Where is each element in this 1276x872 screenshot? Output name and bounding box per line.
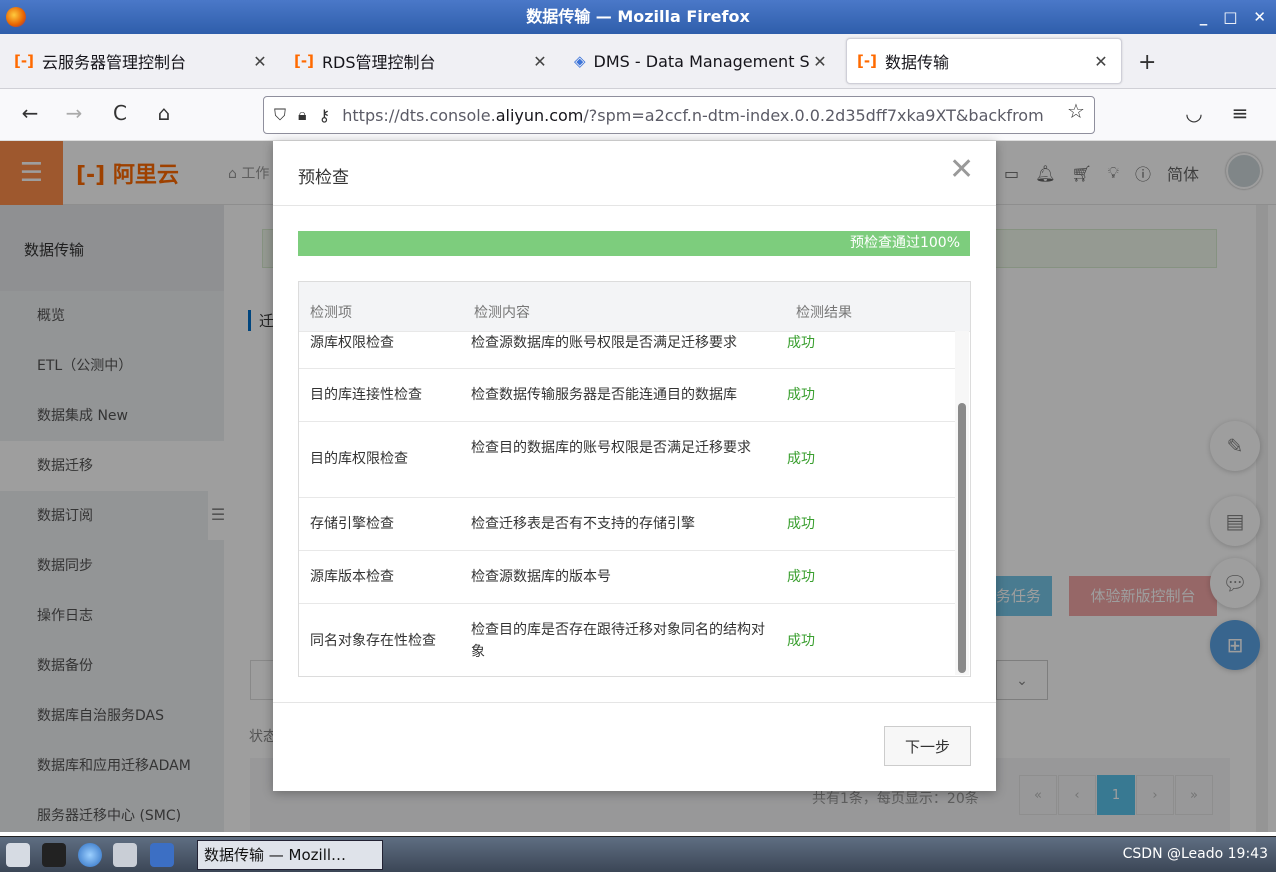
tab-rds-console[interactable]: [-] RDS管理控制台 ✕ <box>284 38 560 84</box>
close-icon[interactable]: ✕ <box>949 153 974 187</box>
url-suffix: /?spm=a2ccf.n-dtm-index.0.0.2d35dff7xka9… <box>583 105 1044 125</box>
tab-ecs-console[interactable]: [-] 云服务器管理控制台 ✕ <box>4 38 280 84</box>
check-content: 检查数据传输服务器是否能连通目的数据库 <box>471 387 737 403</box>
maximize-button[interactable]: □ <box>1223 0 1237 34</box>
check-result: 成功 <box>787 451 815 467</box>
tab-label: DMS - Data Management Se <box>593 51 810 71</box>
column-header: 检测内容 <box>474 305 530 321</box>
table-row: 存储引擎检查 检查迁移表是否有不支持的存储引擎 成功 <box>299 498 956 551</box>
aliyun-tab-icon: [-] <box>294 52 314 70</box>
os-taskbar: 数据传输 — Mozill… CSDN @Leado 19:43 <box>0 836 1276 872</box>
check-item: 目的库权限检查 <box>310 451 408 467</box>
check-content: 检查迁移表是否有不支持的存储引擎 <box>471 516 695 532</box>
window-titlebar: 数据传输 — Mozilla Firefox <box>0 0 1276 34</box>
window-controls: _ □ ✕ <box>1200 0 1266 34</box>
check-content: 检查目的库是否存在跟待迁移对象同名的结构对象 <box>471 622 765 660</box>
divider <box>273 702 996 703</box>
table-row: 目的库权限检查 检查目的数据库的账号权限是否满足迁移要求 成功 <box>299 422 956 498</box>
check-result: 成功 <box>787 387 815 403</box>
new-tab-button[interactable]: + <box>1138 50 1156 75</box>
check-item: 源库版本检查 <box>310 569 394 585</box>
key-icon[interactable]: ⚷ <box>319 106 331 125</box>
next-step-button[interactable]: 下一步 <box>884 726 971 766</box>
tab-close-icon[interactable]: ✕ <box>810 52 830 71</box>
home-icon[interactable]: ⌂ <box>150 101 178 125</box>
tab-strip: [-] 云服务器管理控制台 ✕ [-] RDS管理控制台 ✕ ◈ DMS - D… <box>0 34 1276 89</box>
tab-label: 云服务器管理控制台 <box>41 53 186 72</box>
check-result: 成功 <box>787 516 815 532</box>
column-header: 检测项 <box>310 305 352 321</box>
check-item: 目的库连接性检查 <box>310 387 422 403</box>
reload-icon[interactable]: C <box>106 101 134 125</box>
table-row: 源库权限检查 检查源数据库的账号权限是否满足迁移要求 成功 <box>299 332 956 369</box>
tab-label: 数据传输 <box>884 53 949 72</box>
taskbar-window-firefox[interactable]: 数据传输 — Mozill… <box>197 840 383 870</box>
tab-close-icon[interactable]: ✕ <box>1091 52 1111 71</box>
dms-tab-icon: ◈ <box>574 52 586 70</box>
aliyun-tab-icon: [-] <box>14 52 34 70</box>
tab-close-icon[interactable]: ✕ <box>250 52 270 71</box>
check-content: 检查目的数据库的账号权限是否满足迁移要求 <box>471 440 751 456</box>
precheck-dialog: 预检查 ✕ 预检查通过100% 检测项 检测内容 检测结果 源库权限检查 检查源… <box>273 141 996 791</box>
check-item: 源库权限检查 <box>310 335 394 351</box>
tab-dms[interactable]: ◈ DMS - Data Management Se ✕ <box>564 38 840 84</box>
taskbar-clock: CSDN @Leado 19:43 <box>1122 846 1268 862</box>
aliyun-tab-icon: [-] <box>857 52 877 70</box>
check-result: 成功 <box>787 633 815 649</box>
url-prefix: https://dts.console. <box>342 105 496 125</box>
forward-arrow-icon[interactable]: → <box>60 101 88 125</box>
table-row: 源库版本检查 检查源数据库的版本号 成功 <box>299 551 956 604</box>
divider <box>273 205 996 206</box>
check-result: 成功 <box>787 335 815 351</box>
check-content: 检查源数据库的账号权限是否满足迁移要求 <box>471 335 737 351</box>
precheck-progress-bar: 预检查通过100% <box>298 231 970 256</box>
shield-icon[interactable]: ⛉ <box>274 105 286 125</box>
tab-dts-active[interactable]: [-] 数据传输 ✕ <box>846 38 1122 84</box>
check-content: 检查源数据库的版本号 <box>471 569 611 585</box>
table-header: 检测项 检测内容 检测结果 <box>299 282 970 332</box>
check-item: 存储引擎检查 <box>310 516 394 532</box>
files-app-icon[interactable] <box>113 843 137 867</box>
precheck-table: 检测项 检测内容 检测结果 源库权限检查 检查源数据库的账号权限是否满足迁移要求… <box>298 281 971 677</box>
table-row: 目的库连接性检查 检查数据传输服务器是否能连通目的数据库 成功 <box>299 369 956 422</box>
bookmark-star-icon[interactable]: ☆ <box>1062 99 1090 123</box>
close-window-button[interactable]: ✕ <box>1253 0 1266 34</box>
app-menu-icon[interactable]: ≡ <box>1226 101 1254 125</box>
check-result: 成功 <box>787 569 815 585</box>
url-domain: aliyun.com <box>495 105 584 125</box>
table-scrollbar-thumb[interactable] <box>958 403 966 673</box>
network-icon[interactable] <box>78 843 102 867</box>
column-header: 检测结果 <box>796 305 852 321</box>
window-title: 数据传输 — Mozilla Firefox <box>526 7 750 26</box>
tab-close-icon[interactable]: ✕ <box>530 52 550 71</box>
tab-label: RDS管理控制台 <box>321 53 436 72</box>
url-bar[interactable]: ⛉ 🔒︎ ⚷ https://dts.console. aliyun.com/?s… <box>263 96 1095 134</box>
lock-icon[interactable]: 🔒︎ <box>298 105 307 125</box>
check-item: 同名对象存在性检查 <box>310 633 436 649</box>
dialog-title: 预检查 <box>298 168 349 188</box>
firefox-logo-icon <box>6 7 26 27</box>
terminal-app-icon[interactable] <box>42 843 66 867</box>
navigation-bar: ← → C ⌂ ⛉ 🔒︎ ⚷ https://dts.console. aliyu… <box>0 89 1276 141</box>
firefox-launcher-icon[interactable] <box>150 843 174 867</box>
pocket-icon[interactable]: ◡ <box>1180 101 1208 125</box>
table-row: 同名对象存在性检查 检查目的库是否存在跟待迁移对象同名的结构对象 成功 <box>299 604 956 676</box>
start-menu-icon[interactable] <box>6 843 30 867</box>
back-arrow-icon[interactable]: ← <box>16 101 44 125</box>
minimize-button[interactable]: _ <box>1200 0 1208 34</box>
